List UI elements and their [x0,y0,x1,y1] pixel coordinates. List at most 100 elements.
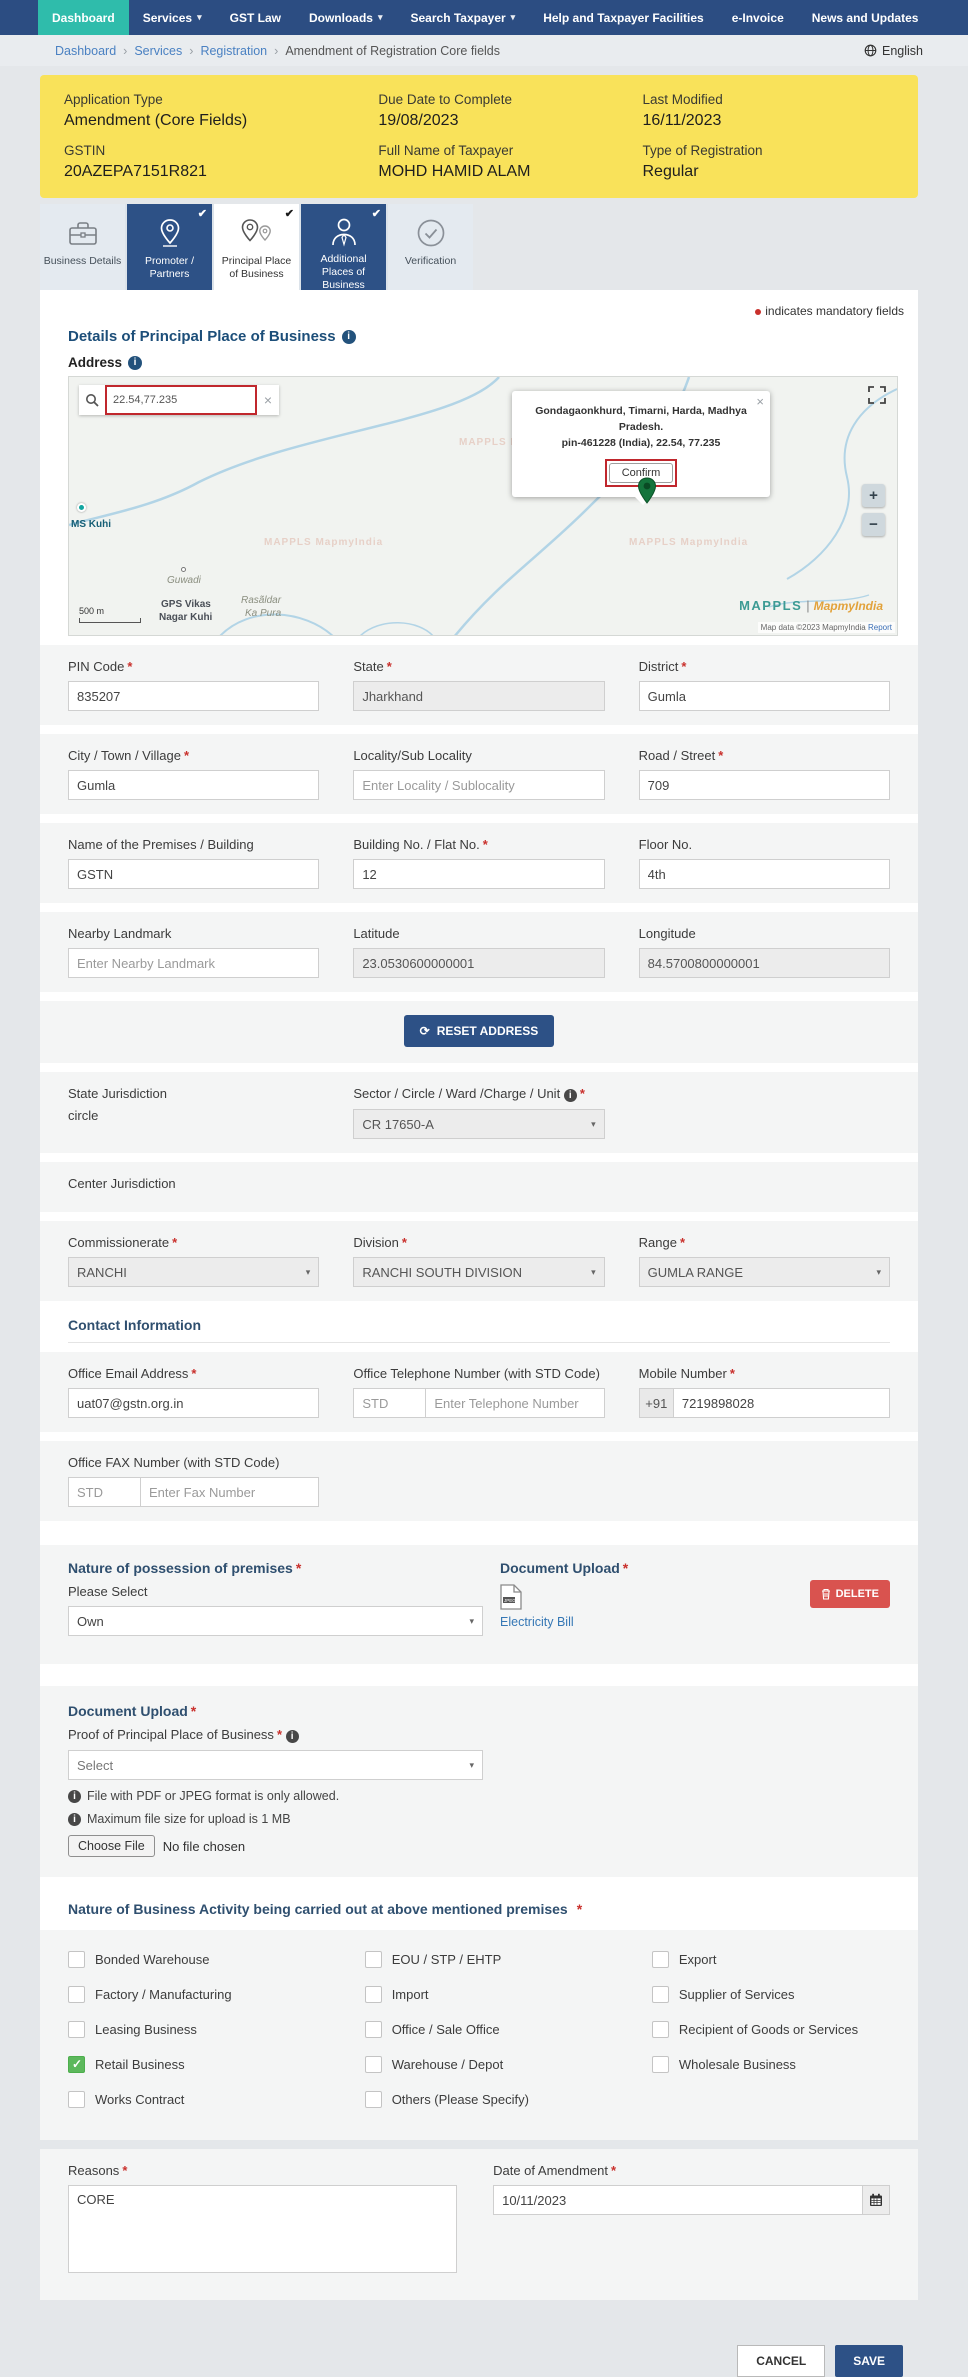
breadcrumb-registration[interactable]: Registration [200,44,267,58]
tab-principal-place[interactable]: ✔ Principal Place of Business [214,204,299,290]
checkbox[interactable] [365,2091,382,2108]
checkbox[interactable] [652,1986,669,2003]
city-input[interactable] [68,770,319,800]
form-card: indicates mandatory fields Details of Pr… [40,290,918,1973]
info-icon[interactable]: i [564,1089,577,1102]
zoom-out-button[interactable]: − [862,513,885,536]
commissionerate-select[interactable]: RANCHI▾ [68,1257,319,1287]
fullscreen-icon[interactable] [867,385,887,405]
fax-std-input[interactable] [68,1477,140,1507]
checkbox-bonded-warehouse[interactable]: Bonded Warehouse [68,1951,335,1968]
checkbox[interactable] [652,1951,669,1968]
checkbox-office-sale-office[interactable]: Office / Sale Office [365,2021,622,2038]
checkbox-wholesale-business[interactable]: Wholesale Business [652,2056,890,2073]
refresh-icon: ⟳ [420,1024,430,1038]
amendment-date-input[interactable] [493,2185,863,2215]
locality-input[interactable] [353,770,604,800]
delete-button[interactable]: DELETE [810,1580,890,1608]
checkbox[interactable] [68,2091,85,2108]
premises-input[interactable] [68,859,319,889]
floor-input[interactable] [639,859,890,889]
checkbox[interactable] [68,2021,85,2038]
nav-downloads[interactable]: Downloads▾ [295,0,397,35]
popup-close-icon[interactable]: × [756,394,764,409]
telephone-std-input[interactable] [353,1388,425,1418]
nav-help[interactable]: Help and Taxpayer Facilities [529,0,718,35]
checkbox-import[interactable]: Import [365,1986,622,2003]
proof-select[interactable]: Select▾ [68,1750,483,1780]
pin-code-input[interactable] [68,681,319,711]
email-input[interactable] [68,1388,319,1418]
landmark-input[interactable] [68,948,319,978]
info-icon[interactable]: i [286,1730,299,1743]
building-input[interactable] [353,859,604,889]
checkbox-leasing-business[interactable]: Leasing Business [68,2021,335,2038]
checkbox-export[interactable]: Export [652,1951,890,1968]
checkbox[interactable] [365,1951,382,1968]
info-icon[interactable]: i [128,356,142,370]
range-select[interactable]: GUMLA RANGE▾ [639,1257,890,1287]
summary-label: Due Date to Complete [378,92,642,107]
checkbox-warehouse-depot[interactable]: Warehouse / Depot [365,2056,622,2073]
sector-select[interactable]: CR 17650-A▾ [353,1109,604,1139]
checkbox-checked[interactable] [68,2056,85,2073]
reset-address-button[interactable]: ⟳ RESET ADDRESS [404,1015,555,1047]
checkbox[interactable] [652,2021,669,2038]
document-upload-2-title: Document Upload [68,1703,890,1719]
calendar-icon[interactable] [862,2185,890,2215]
checkbox[interactable] [652,2056,669,2073]
tab-business-details[interactable]: Business Details [40,204,125,290]
road-input[interactable] [639,770,890,800]
checkbox-others[interactable]: Others (Please Specify) [365,2091,622,2108]
breadcrumb-dashboard[interactable]: Dashboard [55,44,116,58]
possession-select[interactable]: Own▾ [68,1606,483,1636]
landmark-label: Nearby Landmark [68,926,319,941]
nav-services[interactable]: Services▾ [129,0,216,35]
reasons-textarea[interactable]: CORE [68,2185,457,2273]
checkbox[interactable] [68,1951,85,1968]
nav-dashboard[interactable]: Dashboard [38,0,129,35]
mobile-input[interactable] [673,1388,890,1418]
proof-label: Proof of Principal Place of Business i [68,1727,890,1743]
cancel-button[interactable]: CANCEL [737,2345,825,2377]
district-input[interactable] [639,681,890,711]
map-search-clear-icon[interactable]: × [257,385,279,415]
nav-gst-law[interactable]: GST Law [216,0,295,35]
checkbox[interactable] [365,2021,382,2038]
summary-label: Type of Registration [642,143,894,158]
info-icon[interactable]: i [342,330,356,344]
map-search-icon[interactable] [79,385,105,415]
report-link[interactable]: Report [868,623,892,632]
save-button[interactable]: SAVE [835,2345,903,2377]
nav-e-invoice[interactable]: e-Invoice [718,0,798,35]
nav-news[interactable]: News and Updates [798,0,933,35]
scale-bar [79,618,141,623]
possession-row: Nature of possession of premises Please … [40,1545,918,1664]
language-selector[interactable]: English [864,44,923,58]
checkbox-eou-stp-ehtp[interactable]: EOU / STP / EHTP [365,1951,622,1968]
breadcrumb-services[interactable]: Services [134,44,182,58]
choose-file-button[interactable]: Choose File [68,1835,155,1857]
checkbox-retail-business[interactable]: Retail Business [68,2056,335,2073]
checkbox[interactable] [365,1986,382,2003]
checkbox-recipient-of-goods[interactable]: Recipient of Goods or Services [652,2021,890,2038]
zoom-in-button[interactable]: + [862,484,885,507]
checkbox-supplier-of-services[interactable]: Supplier of Services [652,1986,890,2003]
checkbox-factory-manufacturing[interactable]: Factory / Manufacturing [68,1986,335,2003]
map-pin-marker[interactable] [637,477,657,510]
map-widget[interactable]: MAPPLS MapmyIndia MAPPLS MapmyIndia MAPP… [68,376,898,636]
checkbox-works-contract[interactable]: Works Contract [68,2091,335,2108]
checkbox[interactable] [68,1986,85,2003]
telephone-input[interactable] [425,1388,604,1418]
tab-verification[interactable]: Verification [388,204,473,290]
division-select[interactable]: RANCHI SOUTH DIVISION▾ [353,1257,604,1287]
tab-promoter-partners[interactable]: ✔ Promoter / Partners [127,204,212,290]
map-watermark: MAPPLS MapmyIndia [264,537,383,548]
nav-search-taxpayer[interactable]: Search Taxpayer▾ [397,0,530,35]
chevron-down-icon: ▾ [306,1267,311,1278]
tab-additional-places[interactable]: ✔ Additional Places of Business [301,204,386,290]
fax-input[interactable] [140,1477,319,1507]
electricity-bill-link[interactable]: Electricity Bill [500,1615,810,1629]
checkbox[interactable] [365,2056,382,2073]
map-search-input[interactable] [105,385,257,415]
